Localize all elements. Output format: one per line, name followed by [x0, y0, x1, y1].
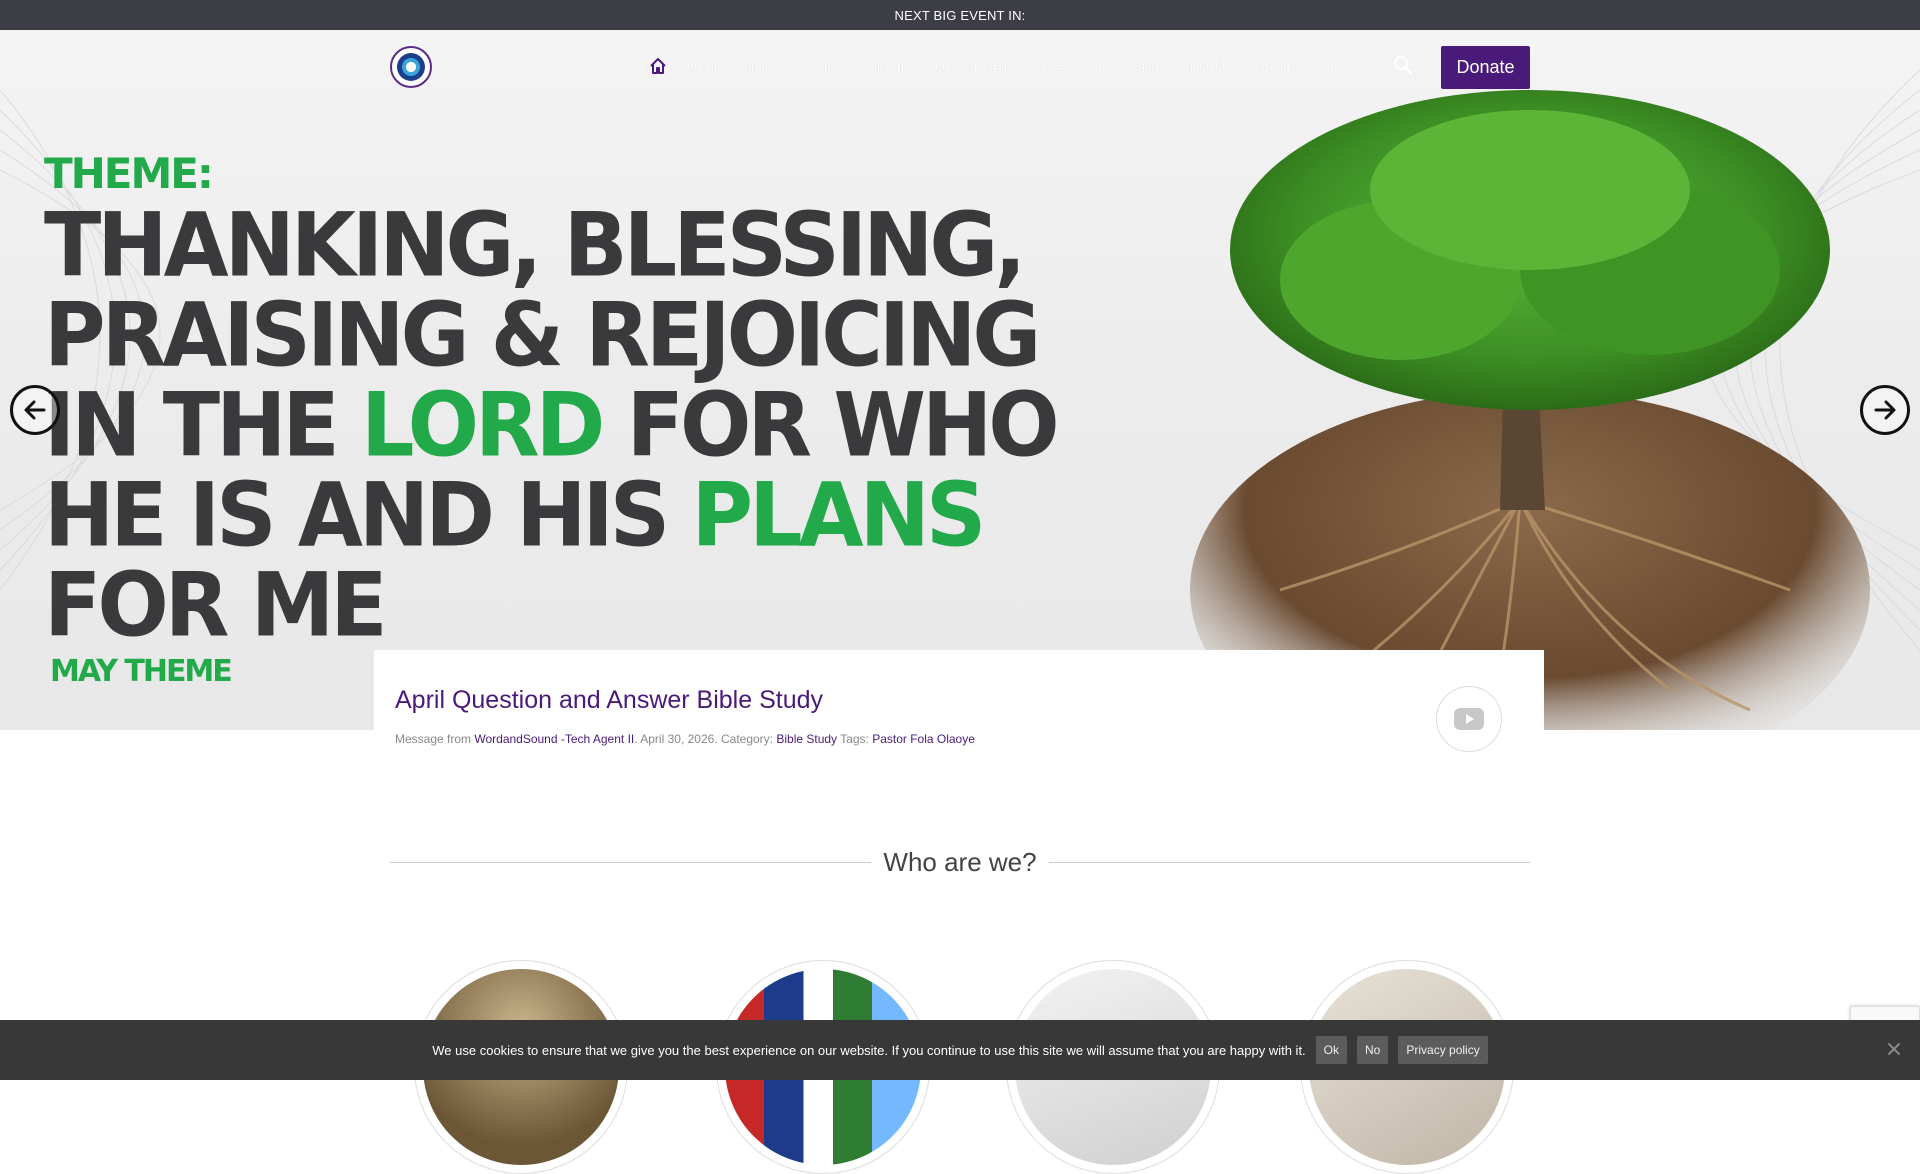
- theme-line-5: FOR ME: [44, 553, 388, 657]
- close-icon[interactable]: [1886, 1041, 1902, 1057]
- cookie-message: We use cookies to ensure that we give yo…: [432, 1042, 1306, 1058]
- theme-text: THEME: THANKING, BLESSING, PRAISING & RE…: [44, 149, 1060, 690]
- nav-item-about[interactable]: About: [686, 59, 717, 73]
- nav-item-store[interactable]: Store: [1309, 59, 1338, 73]
- slider-next-button[interactable]: [1860, 385, 1910, 435]
- cookie-ok-button[interactable]: Ok: [1315, 1036, 1348, 1064]
- heading-rule-left: [390, 861, 872, 863]
- arrow-left-icon: [24, 400, 46, 420]
- nav-item-contact-us[interactable]: Contact Us: [1177, 59, 1236, 73]
- sermon-tag-link[interactable]: Pastor Fola Olaoye: [872, 732, 975, 746]
- nav-item-giving[interactable]: Giving: [1256, 59, 1290, 73]
- church-logo[interactable]: [390, 46, 432, 88]
- nav-item-blog[interactable]: Blog: [1134, 59, 1158, 73]
- next-event-bar: NEXT BIG EVENT IN:: [0, 0, 1920, 30]
- theme-line-3a: IN THE: [44, 373, 362, 477]
- meta-date: . April 30, 2026. Category:: [634, 732, 777, 746]
- theme-line-1: THANKING, BLESSING,: [44, 193, 1026, 297]
- section-title: Who are we?: [883, 846, 1037, 877]
- slider-prev-button[interactable]: [10, 385, 60, 435]
- nav-item-children[interactable]: Children: [859, 59, 904, 73]
- theme-line-2: PRAISING & REJOICING: [44, 283, 1041, 387]
- nav-item-events[interactable]: Events: [803, 59, 840, 73]
- privacy-policy-button[interactable]: Privacy policy: [1398, 1036, 1488, 1064]
- theme-line-4a: HE IS AND HIS: [44, 463, 692, 567]
- youtube-icon: [1454, 708, 1484, 730]
- arrow-right-icon: [1874, 400, 1896, 420]
- cookie-notice: We use cookies to ensure that we give yo…: [0, 1020, 1920, 1080]
- meta-tags-label: Tags:: [837, 732, 873, 746]
- hero-slider: THEME: THANKING, BLESSING, PRAISING & RE…: [0, 30, 1920, 730]
- theme-line-3c: FOR WHO: [601, 373, 1060, 477]
- meta-prefix: Message from: [395, 732, 475, 746]
- donate-button[interactable]: Donate: [1441, 46, 1530, 89]
- theme-word-lord: LORD: [361, 373, 605, 477]
- theme-line-3: IN THE LORD FOR WHO: [44, 378, 1060, 473]
- video-play-button[interactable]: [1436, 686, 1502, 752]
- theme-word-plans: PLANS: [691, 463, 987, 567]
- theme-label: THEME:: [44, 149, 214, 198]
- heading-rule-right: [1048, 861, 1530, 863]
- logo-emblem: [397, 53, 425, 81]
- sermon-author-link[interactable]: WordandSound -Tech Agent II: [474, 732, 634, 746]
- home-icon[interactable]: [648, 56, 668, 76]
- sermon-category-link[interactable]: Bible Study: [776, 732, 837, 746]
- nav-item-sermons[interactable]: Sermons: [736, 59, 784, 73]
- nav-item-teens[interactable]: Teens: [923, 59, 955, 73]
- featured-sermon: April Question and Answer Bible Study Me…: [374, 650, 1544, 770]
- sermon-meta: Message from WordandSound -Tech Agent II…: [395, 732, 975, 746]
- cookie-no-button[interactable]: No: [1357, 1036, 1389, 1064]
- theme-line-4: HE IS AND HIS PLANS: [44, 468, 1056, 563]
- nav-item-light-church[interactable]: LIGHT CHURCH: [974, 59, 1064, 73]
- main-navigation: About Sermons Events Children Teens LIGH…: [0, 30, 1920, 104]
- sermon-title[interactable]: April Question and Answer Bible Study: [395, 686, 823, 715]
- search-icon[interactable]: [1392, 54, 1414, 76]
- next-event-text: NEXT BIG EVENT IN:: [894, 7, 1026, 23]
- nav-menu: About Sermons Events Children Teens LIGH…: [648, 56, 1356, 76]
- nav-item-ladc[interactable]: LADC: [1083, 59, 1115, 73]
- who-are-we-heading: Who are we?: [390, 844, 1530, 880]
- tree-illustration: [1190, 90, 1870, 730]
